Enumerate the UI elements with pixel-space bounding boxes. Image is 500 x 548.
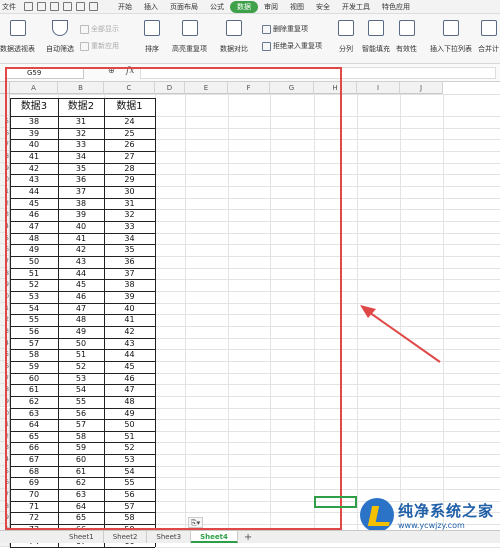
watermark-title: 纯净系统之家 [398,502,495,520]
sheet-tab-4[interactable]: Sheet4 [191,531,238,543]
arrow-line [365,309,441,363]
sheet-tab-3[interactable]: Sheet3 [147,531,192,543]
watermark: 纯净系统之家 www.ycwjzy.com [360,498,494,532]
watermark-logo-icon [360,498,394,532]
annotation-arrow [360,305,441,363]
watermark-url: www.ycwjzy.com [398,521,465,530]
paste-options-icon[interactable]: ⎘▾ [188,517,204,528]
sheet-tab-bar: Sheet1 Sheet2 Sheet3 Sheet4 + [0,530,500,543]
sheet-tab-2[interactable]: Sheet2 [104,531,148,543]
sheet-tab-1[interactable]: Sheet1 [60,531,104,543]
add-sheet-icon[interactable]: + [238,532,258,543]
